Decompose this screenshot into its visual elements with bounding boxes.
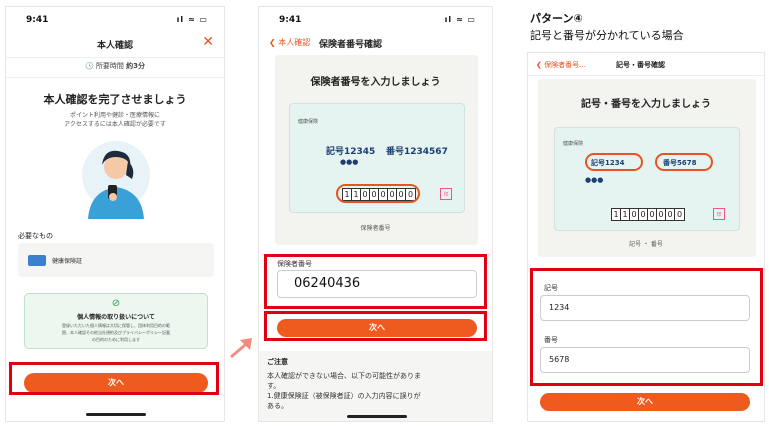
highlight-frame: [530, 268, 763, 386]
status-time: 9:41: [26, 15, 49, 25]
back-label: 本人確認: [278, 38, 311, 47]
card-symbol: 記号12345: [326, 147, 376, 157]
privacy-box: ⊘ 個人情報の取り扱いについて 登録いただいた個人情報は大切に保管し、団体利用目…: [24, 293, 208, 349]
card-digit: 0: [639, 209, 648, 220]
required-label: 必要なもの: [18, 232, 53, 240]
card-digit-box: 1 1 0 0 0 0 0 0: [611, 208, 685, 221]
chevron-left-icon: ❮: [536, 61, 545, 69]
subtext-line: ポイント利用や健診・医療情報に: [69, 112, 160, 119]
nav-header: ❮ 本人確認 保険者番号確認: [259, 33, 492, 55]
card-digit: 0: [666, 209, 675, 220]
card-caption: 保険者番号: [360, 225, 391, 232]
divider: [6, 77, 224, 78]
notice-section: ご注意 本人確認ができない場合、以下の可能性がありま す。 1.健康保険証（被保…: [259, 351, 492, 421]
privacy-body: 登録いただいた個人情報は大切に保管し、団体利用目的の範 囲、本人確認その他当社規…: [31, 322, 201, 343]
shield-check-icon: ⊘: [111, 298, 121, 309]
stamp-icon: 印: [440, 188, 452, 200]
pattern-subtitle: 記号と番号が分かれている場合: [530, 29, 684, 42]
notice-line: す。: [267, 382, 281, 390]
required-item-label: 健康保険証: [52, 258, 83, 265]
privacy-body-line: の目的のために利用します: [92, 337, 140, 342]
flow-arrow-icon: [230, 338, 252, 358]
card-dots: ●●●: [340, 158, 359, 166]
back-link[interactable]: ❮ 本人確認: [269, 37, 310, 48]
page-heading: 本人確認を完了させましょう: [43, 93, 187, 106]
divider: [6, 57, 224, 58]
divider: [528, 75, 764, 76]
close-icon[interactable]: ✕: [202, 34, 214, 50]
page-heading: 記号・番号を入力しましょう: [581, 99, 711, 110]
card-caption: 記号 ・ 番号: [629, 241, 663, 248]
page-title: 保険者番号確認: [319, 40, 383, 50]
home-indicator: [86, 413, 146, 416]
page-heading: 保険者番号を入力しましょう: [310, 77, 441, 88]
home-indicator: [347, 415, 407, 418]
next-button[interactable]: 次へ: [540, 393, 750, 411]
page-title: 記号・番号確認: [616, 61, 665, 69]
screen-insurer-number: 9:41 ıl ≈ ▭ ❮ 本人確認 保険者番号確認 保険者番号を入力しましょう…: [258, 6, 493, 422]
highlight-frame: [9, 362, 219, 395]
back-link[interactable]: ❮ 保険者番号…: [536, 60, 586, 70]
highlight-frame: [264, 311, 487, 341]
highlight-oval: [585, 153, 643, 171]
page-title: 本人確認: [96, 41, 133, 51]
card-digit: 1: [612, 209, 621, 220]
card-dots: ●●●: [585, 176, 604, 184]
duration-row: 🕓 所要時間 約3分: [6, 61, 224, 71]
signal-battery-icon: ıl ≈ ▭: [444, 15, 476, 24]
status-bar: 9:41 ıl ≈ ▭: [18, 15, 212, 29]
highlight-oval: [655, 153, 713, 171]
stamp-icon: 印: [713, 208, 725, 220]
insurance-card-image: 健康保険 記号12345 番号1234567 ●●● 1 1 0 0 0 0 0…: [289, 103, 465, 213]
card-digit: 0: [630, 209, 639, 220]
subtext: ポイント利用や健診・医療情報に アクセスするには本人確認が必要です: [6, 111, 224, 129]
card-digit: 0: [648, 209, 657, 220]
required-item-card: 健康保険証: [18, 243, 214, 277]
clock-icon: 🕓: [84, 62, 94, 70]
back-label: 保険者番号…: [544, 61, 587, 69]
chevron-left-icon: ❮: [269, 38, 279, 47]
screen-identity-verification: 9:41 ıl ≈ ▭ 本人確認 ✕ 🕓 所要時間 約3分 本人確認を完了させま…: [5, 6, 225, 422]
status-time: 9:41: [279, 15, 302, 25]
notice-line: 1.健康保険証（被保険者証）の入力内容に誤りが: [267, 392, 421, 400]
card-label: 健康保険: [563, 141, 584, 147]
notice-title: ご注意: [267, 358, 288, 366]
privacy-title: 個人情報の取り扱いについて: [77, 314, 155, 321]
card-number: 番号1234567: [386, 147, 448, 157]
notice-line: 本人確認ができない場合、以下の可能性がありま: [267, 372, 421, 380]
card-digit: 0: [657, 209, 666, 220]
duration-label: 所要時間: [95, 62, 124, 70]
duration-value: 約3分: [126, 62, 146, 70]
insurance-card-image: 健康保険 記号1234 番号5678 ●●● 1 1 0 0 0 0 0 0 印: [554, 127, 740, 231]
card-label: 健康保険: [298, 119, 319, 125]
status-bar: 9:41 ıl ≈ ▭: [271, 15, 480, 29]
card-digit: 0: [676, 210, 683, 219]
insurance-card-icon: [28, 255, 46, 266]
person-with-phone-illustration: [82, 141, 150, 219]
notice-line: ある。: [267, 402, 288, 410]
privacy-body-line: 囲、本人確認その他当社規約及びプライバシーポリシー記載: [62, 330, 170, 335]
card-digit: 1: [621, 209, 630, 220]
subtext-line: アクセスするには本人確認が必要です: [64, 121, 166, 128]
notice-body: 本人確認ができない場合、以下の可能性がありま す。 1.健康保険証（被保険者証）…: [267, 371, 486, 411]
signal-battery-icon: ıl ≈ ▭: [176, 15, 208, 24]
nav-header: 本人確認 ✕: [6, 33, 224, 55]
privacy-body-line: 登録いただいた個人情報は大切に保管し、団体利用目的の範: [62, 323, 170, 328]
highlight-oval: [336, 184, 420, 203]
highlight-frame: [264, 254, 487, 309]
pattern-title: パターン④: [530, 12, 583, 25]
